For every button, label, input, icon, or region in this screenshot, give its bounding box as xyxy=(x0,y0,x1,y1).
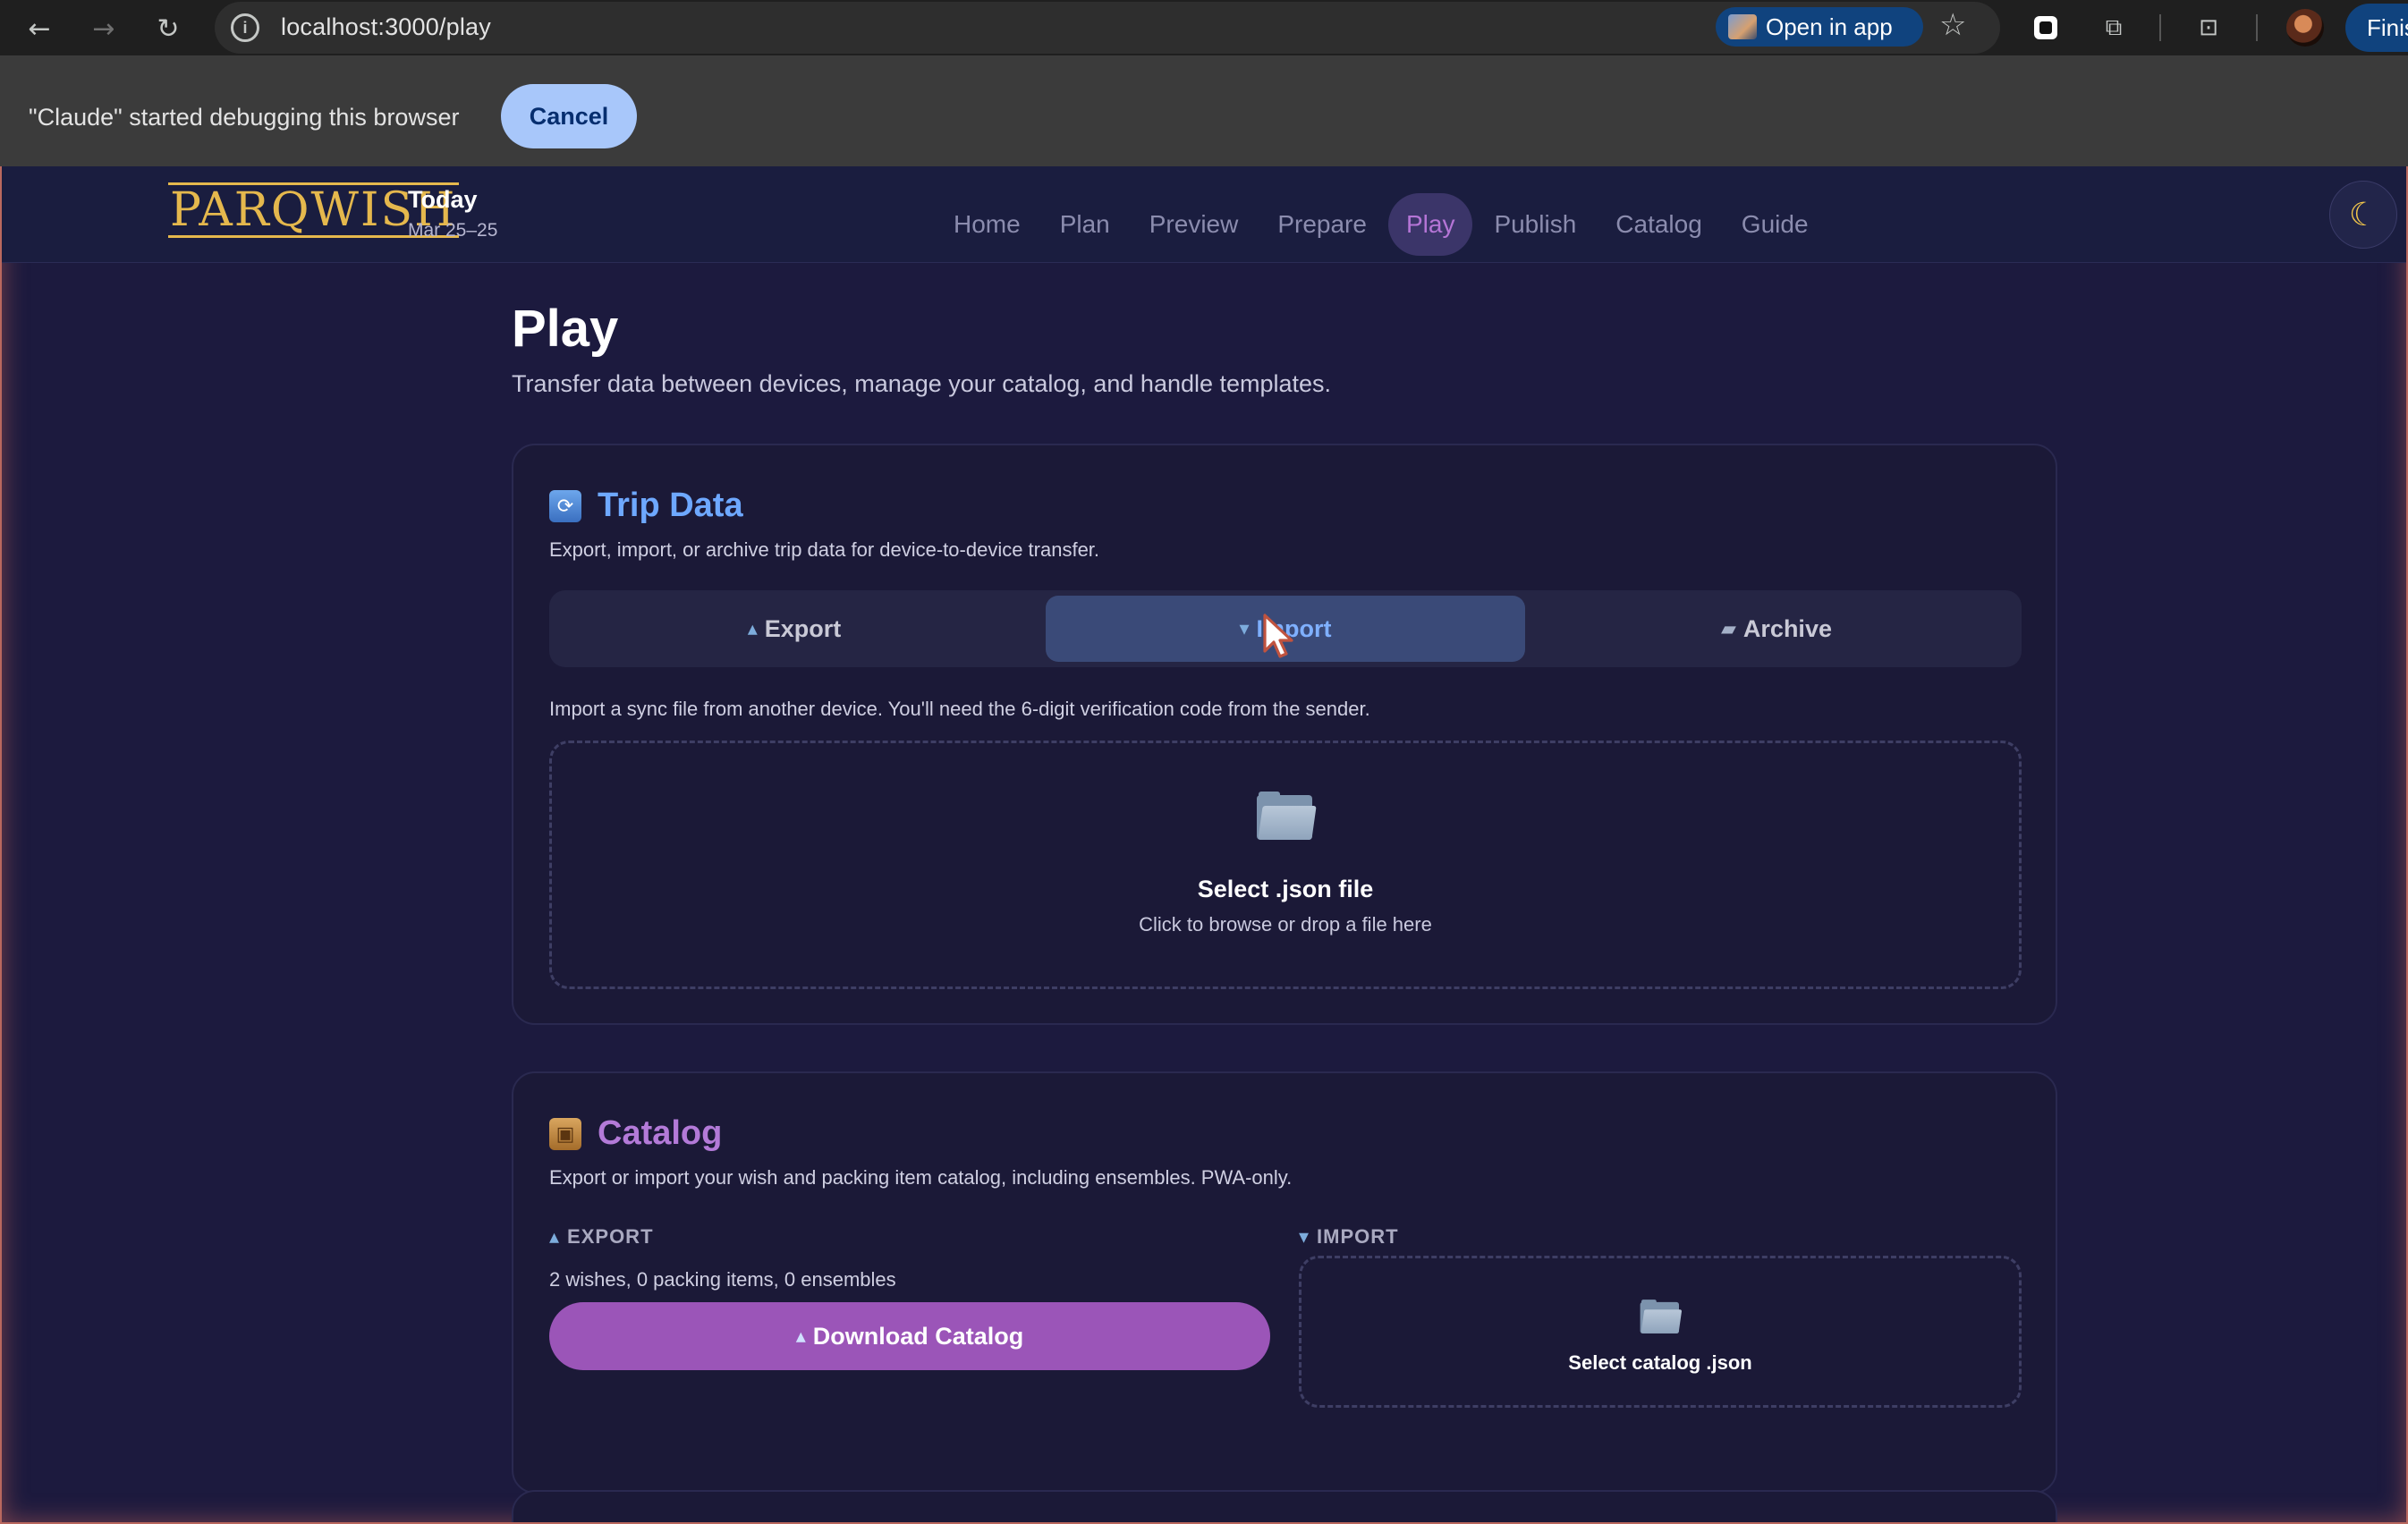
toolbar-divider xyxy=(2159,14,2161,41)
tab-export-label: Export xyxy=(764,614,842,642)
debugging-message: "Claude" started debugging this browser xyxy=(29,104,460,131)
nav-publish[interactable]: Publish xyxy=(1476,193,1594,256)
profile-avatar[interactable] xyxy=(2286,9,2324,47)
outbox-icon: ▴ xyxy=(549,1225,561,1249)
catalog-description: Export or import your wish and packing i… xyxy=(549,1166,1293,1189)
catalog-title: Catalog xyxy=(598,1114,723,1152)
bookmark-star-icon[interactable]: ☆ xyxy=(1939,7,1966,43)
folder-icon xyxy=(1640,1300,1683,1334)
catalog-export-heading: ▴ EXPORT xyxy=(549,1225,654,1249)
sync-icon: ⟳ xyxy=(549,490,581,522)
site-info-icon[interactable]: i xyxy=(231,13,259,42)
outbox-icon: ▴ xyxy=(795,1325,806,1348)
nav-plan[interactable]: Plan xyxy=(1042,193,1128,256)
today-label: Today xyxy=(408,186,478,213)
cancel-debugging-button[interactable]: Cancel xyxy=(501,84,637,148)
forward-arrow-icon[interactable]: → xyxy=(86,11,122,47)
app-header: PARQWISH Today Mar 25–25 Home Plan Previ… xyxy=(2,166,2406,263)
catalog-file-dropzone[interactable]: Select catalog .json xyxy=(1299,1256,2022,1408)
debugging-infobar: "Claude" started debugging this browser … xyxy=(0,55,2408,166)
tab-export[interactable]: ▴ Export xyxy=(555,596,1034,662)
import-heading-label: IMPORT xyxy=(1317,1225,1399,1248)
trip-data-card: ⟳ Trip Data Export, import, or archive t… xyxy=(512,444,2057,1025)
app-thumbnail-icon xyxy=(1728,14,1757,39)
select-json-label: Select .json file xyxy=(1197,876,1374,902)
extension-icon[interactable] xyxy=(2029,11,2063,45)
export-heading-label: EXPORT xyxy=(567,1225,654,1248)
folder-icon xyxy=(1257,792,1317,840)
nav-play[interactable]: Play xyxy=(1387,193,1473,256)
nav-preview[interactable]: Preview xyxy=(1132,193,1257,256)
trip-date-range: Mar 25–25 xyxy=(408,220,498,241)
toolbar-divider xyxy=(2256,14,2258,41)
reload-icon[interactable]: ↻ xyxy=(150,11,186,47)
extensions-puzzle-icon[interactable]: ⧉ xyxy=(2097,11,2131,45)
nav-prepare[interactable]: Prepare xyxy=(1259,193,1385,256)
back-arrow-icon[interactable]: ← xyxy=(21,11,57,47)
download-catalog-button[interactable]: ▴ Download Catalog xyxy=(549,1302,1270,1370)
trip-data-description: Export, import, or archive trip data for… xyxy=(549,538,1100,561)
catalog-import-heading: ▾ IMPORT xyxy=(1299,1225,1399,1249)
download-catalog-label: Download Catalog xyxy=(812,1322,1024,1350)
sync-file-dropzone[interactable]: Select .json file Click to browse or dro… xyxy=(549,741,2022,989)
browser-toolbar: ← → ↻ i localhost:3000/play Open in app … xyxy=(0,0,2408,55)
nav-home[interactable]: Home xyxy=(936,193,1039,256)
page-viewport: PARQWISH Today Mar 25–25 Home Plan Previ… xyxy=(0,166,2408,1524)
open-in-app-label: Open in app xyxy=(1766,13,1893,40)
import-instructions: Import a sync file from another device. … xyxy=(549,698,1370,720)
select-catalog-label: Select catalog .json xyxy=(1568,1351,1752,1374)
url-text[interactable]: localhost:3000/play xyxy=(281,13,491,41)
nav-guide[interactable]: Guide xyxy=(1724,193,1827,256)
catalog-card: ▣ Catalog Export or import your wish and… xyxy=(512,1071,2057,1494)
next-card-partial xyxy=(512,1490,2057,1522)
tab-search-icon[interactable]: ⊡ xyxy=(2192,11,2226,45)
trip-data-title: Trip Data xyxy=(598,487,743,524)
package-icon: ▣ xyxy=(549,1118,581,1150)
tab-archive[interactable]: ▰ Archive xyxy=(1537,596,2016,662)
nav-catalog[interactable]: Catalog xyxy=(1598,193,1720,256)
inbox-icon: ▾ xyxy=(1299,1225,1310,1249)
moon-icon[interactable]: ☾ xyxy=(2329,181,2397,249)
folder-icon: ▰ xyxy=(1721,617,1736,640)
page-subtitle: Transfer data between devices, manage yo… xyxy=(512,370,1332,397)
inbox-icon: ▾ xyxy=(1239,617,1250,640)
outbox-icon: ▴ xyxy=(747,617,758,640)
open-in-app-button[interactable]: Open in app xyxy=(1716,7,1923,47)
main-nav: Home Plan Preview Prepare Play Publish C… xyxy=(936,193,1827,256)
page-title: Play xyxy=(512,300,619,358)
catalog-stats: 2 wishes, 0 packing items, 0 ensembles xyxy=(549,1268,896,1291)
dropzone-hint: Click to browse or drop a file here xyxy=(1139,913,1432,936)
tab-archive-label: Archive xyxy=(1742,614,1832,642)
finish-button[interactable]: Finis xyxy=(2345,4,2408,52)
